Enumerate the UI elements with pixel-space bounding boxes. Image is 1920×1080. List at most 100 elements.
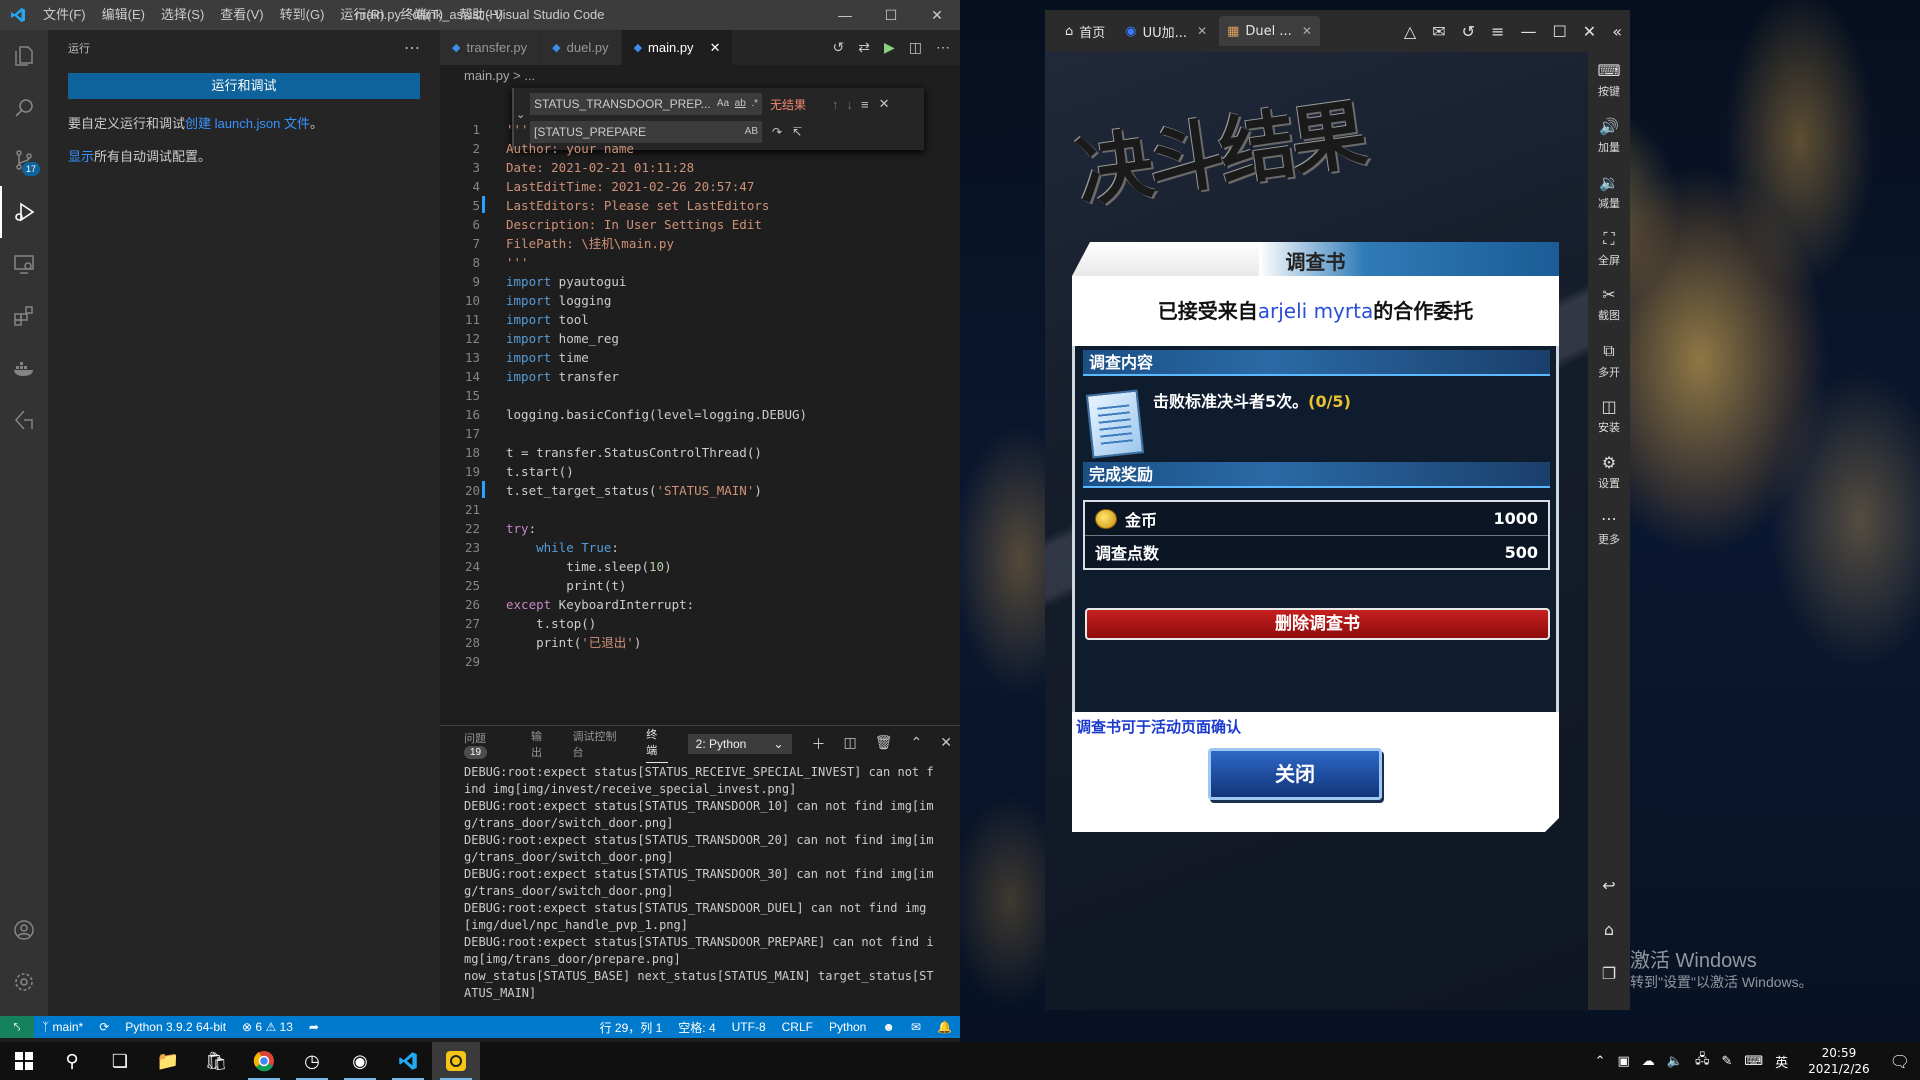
code-line[interactable]: 13 import time [440, 348, 960, 367]
menu-terminal[interactable]: 终端(T) [392, 0, 451, 30]
remote-icon[interactable]: ⤣ [0, 1016, 34, 1038]
recent-apps-icon[interactable]: ❐ [1588, 952, 1630, 996]
menu-icon[interactable]: ≡ [1491, 22, 1504, 41]
find-input[interactable]: STATUS_TRANSDOOR_PREP... Aa ab .* [530, 93, 762, 115]
tab-main[interactable]: ◆ main.py ✕ [621, 30, 734, 65]
close-tab-icon[interactable]: ✕ [1197, 24, 1207, 38]
code-line[interactable]: 19 t.start() [440, 462, 960, 481]
code-line[interactable]: 1 ''' [440, 120, 960, 139]
panel-tab-debug-console[interactable]: 调试控制台 [573, 728, 627, 760]
run-file-icon[interactable]: ▶ [884, 39, 895, 56]
sync-icon[interactable]: ⟳ [91, 1020, 117, 1034]
tab-duel[interactable]: ◆ duel.py [540, 30, 622, 65]
game-screen[interactable]: 决斗结果 调查书 已接受来自arjeli myrta的合作委托 调查内容 击败标… [1045, 52, 1588, 1010]
windows-start-icon[interactable] [0, 1042, 48, 1080]
notification-center-icon[interactable]: 🗨 [1890, 1052, 1910, 1071]
ime-indicator[interactable]: 英 [1775, 1052, 1788, 1071]
show-link[interactable]: 显示 [68, 149, 94, 164]
emu-tab-home[interactable]: ⌂ 首页 [1057, 16, 1113, 46]
keyboard-icon[interactable]: ⌨ [1744, 1054, 1763, 1069]
code-line[interactable]: 9 import pyautogui [440, 272, 960, 291]
split-editor-icon[interactable]: ◫ [909, 39, 922, 56]
close-icon[interactable]: ✕ [914, 0, 960, 30]
code-line[interactable]: 6 Description: In User Settings Edit [440, 215, 960, 234]
close-find-icon[interactable]: ✕ [879, 96, 890, 112]
live-share-icon[interactable]: ➦ [301, 1020, 327, 1034]
split-terminal-icon[interactable]: ◫ [844, 734, 857, 754]
feedback-icon[interactable]: ☻ [874, 1020, 903, 1034]
collapse-sidebar-icon[interactable]: « [1612, 22, 1622, 41]
git-branch[interactable]: ᛉ main* [34, 1020, 91, 1034]
more-button[interactable]: ⋯ 更多 [1588, 500, 1630, 556]
settings-button[interactable]: ⚙ 设置 [1588, 444, 1630, 500]
run-debug-icon[interactable] [0, 186, 48, 238]
menu-selection[interactable]: 选择(S) [153, 0, 212, 30]
panel-tab-output[interactable]: 输出 [531, 728, 552, 760]
problems-status[interactable]: ⊗ 6 ⚠ 13 [234, 1020, 301, 1034]
code-line[interactable]: 24 time.sleep(10) [440, 557, 960, 576]
line-ending[interactable]: CRLF [774, 1020, 821, 1034]
encoding[interactable]: UTF-8 [724, 1020, 774, 1034]
fullscreen-button[interactable]: ⛶ 全屏 [1588, 220, 1630, 276]
file-explorer-icon[interactable]: 📁 [144, 1042, 192, 1080]
close-panel-icon[interactable]: ✕ [940, 734, 952, 754]
remote-explorer-icon[interactable] [0, 238, 48, 290]
code-line[interactable]: 21 [440, 500, 960, 519]
gamepad-icon[interactable]: △ [1404, 22, 1416, 41]
code-line[interactable]: 29 [440, 652, 960, 671]
more-actions-icon[interactable]: ⋯ [404, 38, 420, 58]
back-icon[interactable]: ↩ [1588, 864, 1630, 908]
next-match-icon[interactable]: ↓ [847, 97, 854, 112]
volume-icon[interactable]: 🔈 [1667, 1054, 1683, 1069]
close-dialog-button[interactable]: 关闭 [1208, 748, 1382, 800]
code-line[interactable]: 14 import transfer [440, 367, 960, 386]
terminal-output[interactable]: DEBUG:root:expect status[STATUS_RECEIVE_… [440, 762, 960, 1002]
code-line[interactable]: 18 t = transfer.StatusControlThread() [440, 443, 960, 462]
screenshot-button[interactable]: ✂ 截图 [1588, 276, 1630, 332]
code-line[interactable]: 4 LastEditTime: 2021-02-26 20:57:47 [440, 177, 960, 196]
code-line[interactable]: 17 [440, 424, 960, 443]
chrome-icon[interactable] [240, 1042, 288, 1080]
close-icon[interactable]: ✕ [1583, 22, 1596, 41]
breadcrumb[interactable]: main.py > ... [440, 65, 960, 87]
maximize-icon[interactable]: ☐ [1552, 22, 1566, 41]
code-line[interactable]: 2 Author: your name [440, 139, 960, 158]
find-options-icons[interactable]: Aa ab .* [717, 93, 758, 115]
code-line[interactable]: 28 print('已退出') [440, 633, 960, 652]
new-terminal-icon[interactable]: ＋ [812, 734, 826, 754]
timeline-icon[interactable]: ↺ [833, 39, 845, 56]
maximize-icon[interactable]: ☐ [868, 0, 914, 30]
menu-edit[interactable]: 编辑(E) [94, 0, 153, 30]
search-icon[interactable] [0, 82, 48, 134]
panel-tab-problems[interactable]: 问题 19 [464, 730, 511, 759]
code-line[interactable]: 23 while True: [440, 538, 960, 557]
code-line[interactable]: 12 import home_reg [440, 329, 960, 348]
cursor-position[interactable]: 行 29，列 1 [592, 1019, 671, 1036]
home-icon[interactable]: ⌂ [1588, 908, 1630, 952]
search-icon[interactable]: ⚲ [48, 1042, 96, 1080]
code-line[interactable]: 10 import logging [440, 291, 960, 310]
docker-icon[interactable] [0, 342, 48, 394]
emulator-taskbar-icon[interactable] [432, 1042, 480, 1080]
panel-tab-terminal[interactable]: 终端 [646, 726, 668, 763]
mail-icon[interactable]: ✉ [1432, 22, 1445, 41]
volume-down-button[interactable]: 🔉 减量 [1588, 164, 1630, 220]
menu-file[interactable]: 文件(F) [35, 0, 94, 30]
volume-up-button[interactable]: 🔊 加量 [1588, 108, 1630, 164]
pen-icon[interactable]: ✎ [1721, 1054, 1732, 1069]
code-line[interactable]: 22 try: [440, 519, 960, 538]
cloud-icon[interactable]: ☁ [1642, 1054, 1655, 1069]
code-line[interactable]: 3 Date: 2021-02-21 01:11:28 [440, 158, 960, 177]
code-line[interactable]: 15 [440, 386, 960, 405]
emu-tab-duel[interactable]: ▦ Duel ... ✕ [1219, 16, 1320, 46]
compare-icon[interactable]: ⇄ [858, 39, 870, 56]
multi-instance-button[interactable]: ⧉ 多开 [1588, 332, 1630, 388]
vscode-taskbar-icon[interactable] [384, 1042, 432, 1080]
create-launch-json-link[interactable]: 创建 launch.json 文件 [185, 116, 310, 131]
menu-help[interactable]: 帮助(H) [451, 0, 511, 30]
notifications-bell-icon[interactable]: 🔔 [929, 1020, 960, 1034]
network-icon[interactable]: 🖧 [1695, 1050, 1710, 1072]
code-editor[interactable]: 1 ''' 2 Author: your name 3 Date: 2021-02-21 … [440, 120, 960, 671]
tweet-icon[interactable]: ✉ [903, 1020, 929, 1034]
run-and-debug-button[interactable]: 运行和调试 [68, 73, 420, 99]
